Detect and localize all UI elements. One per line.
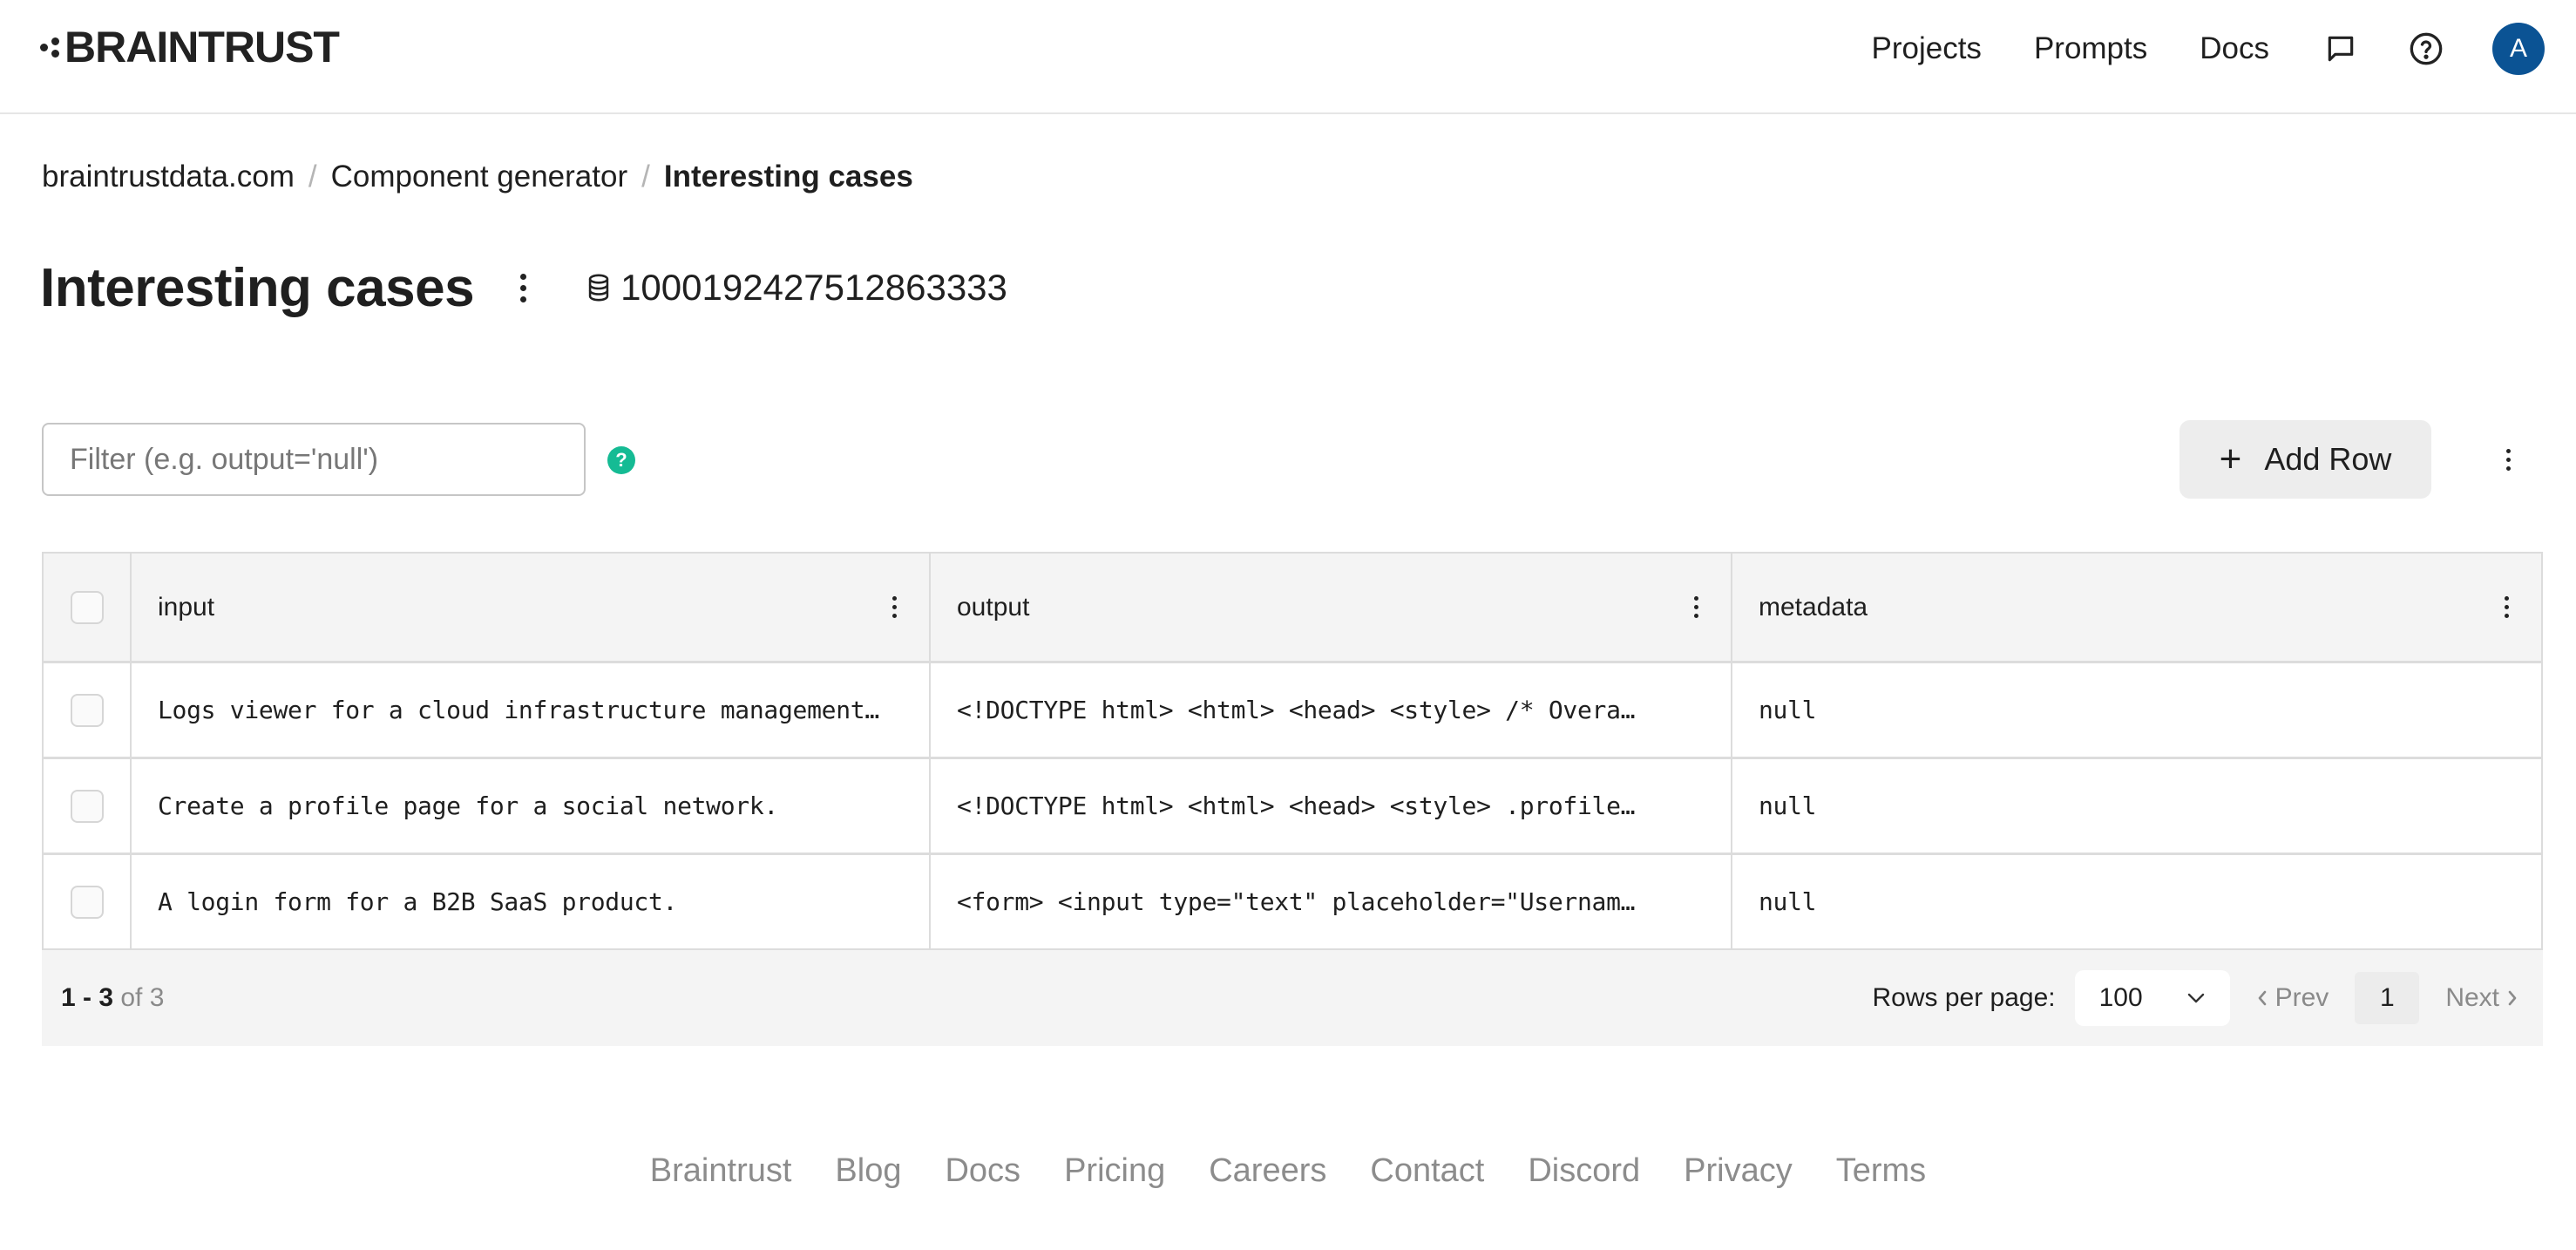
column-header-label: metadata <box>1759 592 1868 622</box>
column-header-label: output <box>957 592 1030 622</box>
logo-text: BRAINTRUST <box>64 23 340 71</box>
table-row[interactable]: Logs viewer for a cloud infrastructure m… <box>44 663 2541 759</box>
pagination-bar: 1 - 3 of 3 Rows per page: 100 Prev 1 Nex… <box>42 950 2543 1046</box>
filter-help-icon[interactable]: ? <box>607 446 635 474</box>
row-checkbox-cell <box>44 855 132 948</box>
main-nav: Projects Prompts Docs A <box>1872 0 2576 98</box>
select-all-checkbox[interactable] <box>70 590 104 624</box>
breadcrumb-separator: / <box>641 160 650 194</box>
next-page-button[interactable]: Next <box>2445 983 2518 1013</box>
rows-per-page-value: 100 <box>2098 983 2143 1012</box>
title-row: Interesting cases 1000192427512863333 <box>40 253 1007 323</box>
row-checkbox[interactable] <box>70 693 104 727</box>
dataset-more-menu-icon[interactable] <box>505 262 540 314</box>
page-title: Interesting cases <box>40 257 475 318</box>
input-value: Create a profile page for a social netwo… <box>158 791 778 820</box>
current-page-button[interactable]: 1 <box>2355 972 2420 1024</box>
row-checkbox-cell <box>44 759 132 853</box>
data-table: input output metadata Logs viewer for a … <box>42 552 2543 951</box>
metadata-value: null <box>1759 791 1817 820</box>
column-header-metadata[interactable]: metadata <box>1732 554 2541 661</box>
nav-projects[interactable]: Projects <box>1872 31 1982 66</box>
row-checkbox[interactable] <box>70 885 104 919</box>
metadata-cell[interactable]: null <box>1732 855 2541 948</box>
column-menu-icon[interactable] <box>1687 590 1705 625</box>
input-cell[interactable]: Create a profile page for a social netwo… <box>132 759 931 853</box>
database-icon <box>588 274 609 302</box>
input-value: Logs viewer for a cloud infrastructure m… <box>158 696 879 724</box>
header-checkbox-cell <box>44 554 132 661</box>
footer-link-contact[interactable]: Contact <box>1370 1152 1484 1190</box>
prev-page-button[interactable]: Prev <box>2256 983 2329 1013</box>
output-value: <form> <input type="text" placeholder="U… <box>957 887 1636 916</box>
table-header-row: input output metadata <box>44 554 2541 663</box>
output-cell[interactable]: <!DOCTYPE html> <html> <head> <style> /*… <box>931 663 1732 757</box>
plus-icon: + <box>2219 438 2242 480</box>
metadata-value: null <box>1759 696 1817 724</box>
footer-link-braintrust[interactable]: Braintrust <box>650 1152 792 1190</box>
footer-link-blog[interactable]: Blog <box>835 1152 901 1190</box>
dataset-id-value: 1000192427512863333 <box>620 267 1007 308</box>
breadcrumb-project[interactable]: Component generator <box>331 160 628 194</box>
column-menu-icon[interactable] <box>885 590 903 625</box>
row-range: 1 - 3 of 3 <box>61 983 164 1013</box>
column-header-input[interactable]: input <box>132 554 931 661</box>
output-cell[interactable]: <form> <input type="text" placeholder="U… <box>931 855 1732 948</box>
column-header-output[interactable]: output <box>931 554 1732 661</box>
column-header-label: input <box>158 592 215 622</box>
input-cell[interactable]: A login form for a B2B SaaS product. <box>132 855 931 948</box>
pagination-controls: Rows per page: 100 Prev 1 Next <box>1873 970 2519 1026</box>
chevron-left-icon <box>2258 990 2266 1006</box>
table-row[interactable]: Create a profile page for a social netwo… <box>44 759 2541 855</box>
dataset-id: 1000192427512863333 <box>586 267 1007 309</box>
metadata-cell[interactable]: null <box>1732 663 2541 757</box>
footer-link-discord[interactable]: Discord <box>1528 1152 1640 1190</box>
metadata-value: null <box>1759 887 1817 916</box>
row-total: of 3 <box>120 983 165 1012</box>
output-value: <!DOCTYPE html> <html> <head> <style> /*… <box>957 696 1636 724</box>
footer-link-terms[interactable]: Terms <box>1836 1152 1926 1190</box>
metadata-cell[interactable]: null <box>1732 759 2541 853</box>
breadcrumb-current: Interesting cases <box>663 160 913 194</box>
breadcrumb: braintrustdata.com / Component generator… <box>42 160 913 194</box>
rows-per-page-label: Rows per page: <box>1872 983 2056 1012</box>
top-navbar: BRAINTRUST Projects Prompts Docs A <box>0 0 2576 114</box>
footer-link-privacy[interactable]: Privacy <box>1684 1152 1793 1190</box>
footer-link-pricing[interactable]: Pricing <box>1064 1152 1165 1190</box>
next-label: Next <box>2445 983 2499 1012</box>
rows-per-page-select[interactable]: 100 <box>2074 970 2230 1026</box>
input-value: A login form for a B2B SaaS product. <box>158 887 678 916</box>
row-checkbox[interactable] <box>70 789 104 823</box>
site-footer: Braintrust Blog Docs Pricing Careers Con… <box>0 1152 2576 1190</box>
nav-docs[interactable]: Docs <box>2200 31 2269 66</box>
column-menu-icon[interactable] <box>2498 590 2515 625</box>
footer-link-careers[interactable]: Careers <box>1209 1152 1326 1190</box>
nav-prompts[interactable]: Prompts <box>2034 31 2147 66</box>
footer-link-docs[interactable]: Docs <box>945 1152 1020 1190</box>
braintrust-logo[interactable]: BRAINTRUST <box>40 21 340 73</box>
breadcrumb-org[interactable]: braintrustdata.com <box>42 160 295 194</box>
help-circle-icon[interactable] <box>2407 30 2445 68</box>
add-row-label: Add Row <box>2264 441 2392 477</box>
table-more-menu-icon[interactable] <box>2498 442 2518 477</box>
row-checkbox-cell <box>44 663 132 757</box>
prev-label: Prev <box>2274 983 2329 1012</box>
chevron-right-icon <box>2508 990 2517 1006</box>
output-value: <!DOCTYPE html> <html> <head> <style> .p… <box>957 791 1636 820</box>
filter-input[interactable] <box>42 423 586 496</box>
chevron-down-icon <box>2187 993 2204 1003</box>
breadcrumb-separator: / <box>308 160 317 194</box>
input-cell[interactable]: Logs viewer for a cloud infrastructure m… <box>132 663 931 757</box>
row-range-value: 1 - 3 <box>61 983 114 1012</box>
table-row[interactable]: A login form for a B2B SaaS product. <fo… <box>44 855 2541 951</box>
logo-dots-icon <box>40 34 61 60</box>
output-cell[interactable]: <!DOCTYPE html> <html> <head> <style> .p… <box>931 759 1732 853</box>
user-avatar[interactable]: A <box>2492 23 2545 75</box>
add-row-button[interactable]: + Add Row <box>2179 420 2431 499</box>
chat-bubble-icon[interactable] <box>2322 30 2360 68</box>
